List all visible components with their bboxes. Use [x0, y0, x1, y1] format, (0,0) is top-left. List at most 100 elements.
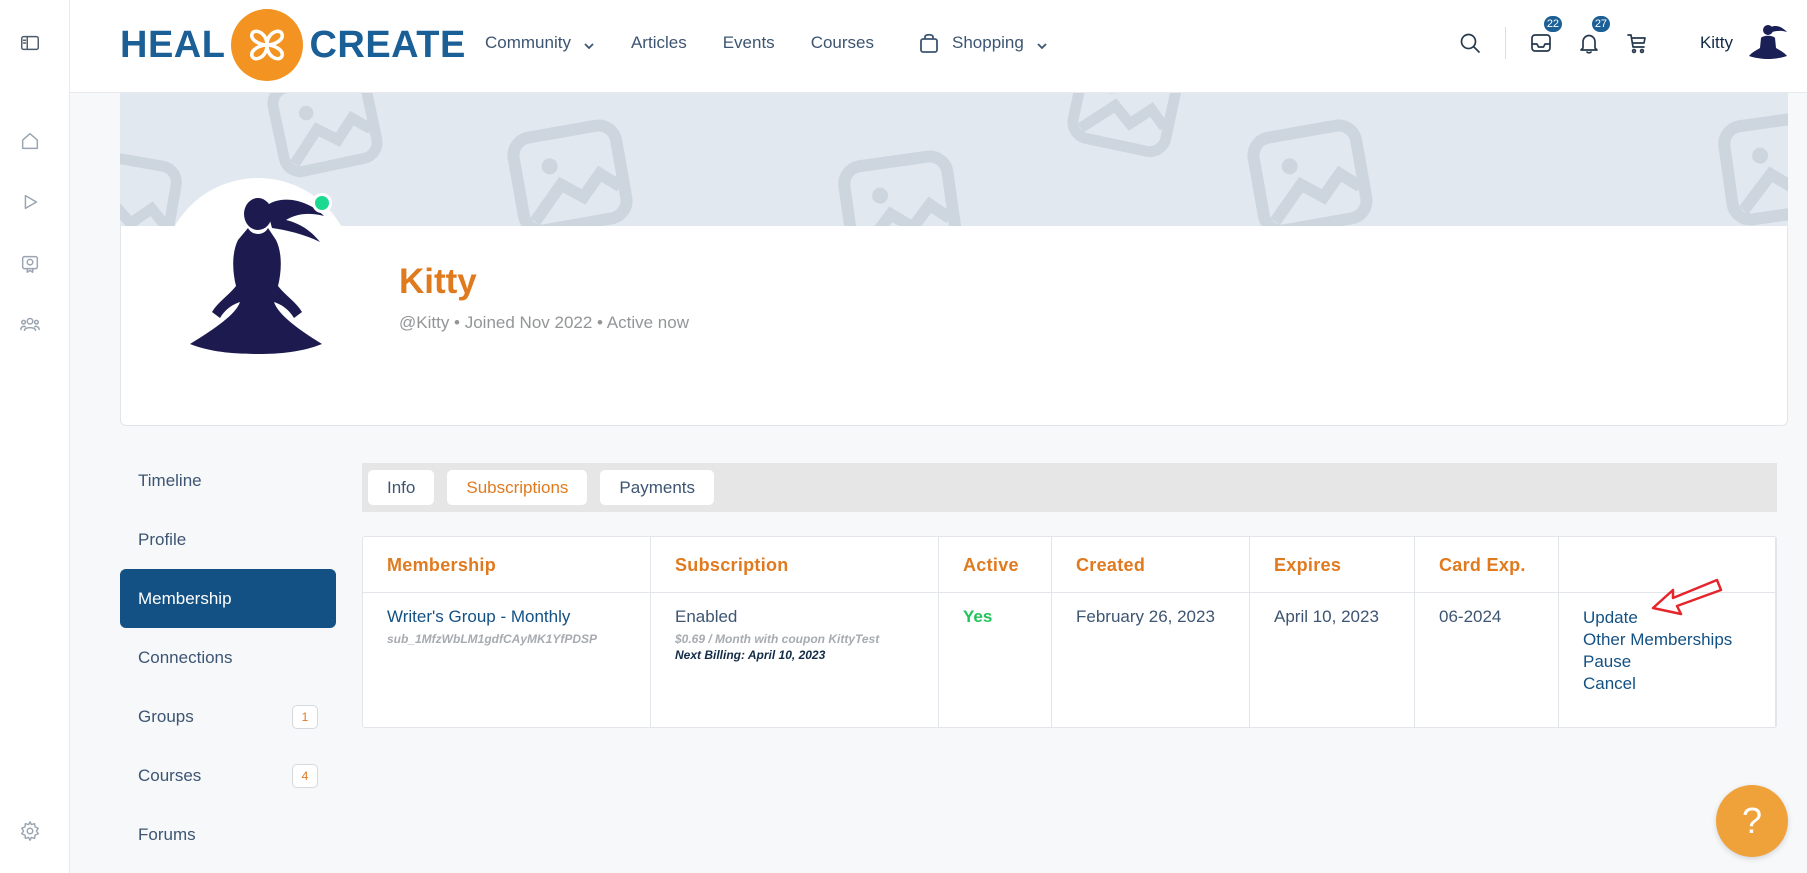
subscription-status: Enabled: [675, 607, 738, 626]
nav-shopping[interactable]: Shopping: [918, 32, 1048, 54]
left-rail: [0, 0, 70, 873]
messages-button[interactable]: 22: [1528, 13, 1564, 56]
tab-label: Payments: [619, 477, 696, 497]
column-header: Membership: [387, 555, 497, 575]
user-avatar[interactable]: [1745, 20, 1791, 66]
logo-text-left: HEAL: [120, 23, 226, 66]
sidebar-toggle-icon[interactable]: [17, 30, 43, 56]
profile-nav-profile[interactable]: Profile: [120, 510, 336, 569]
cover-photo: [120, 93, 1788, 226]
badge-icon[interactable]: [17, 251, 43, 277]
site-header: HEAL CREATE Community Articles Events Co…: [70, 0, 1807, 93]
cart-icon: [1627, 33, 1646, 53]
nav-events-label: Events: [722, 32, 775, 52]
image-placeholder-icon: [1067, 93, 1183, 158]
header-divider-line: [363, 592, 1776, 593]
search-icon: [1460, 33, 1480, 53]
online-status-dot: [312, 193, 332, 213]
image-placeholder-icon: [838, 150, 962, 226]
nav-community[interactable]: Community: [485, 33, 595, 53]
cart-button[interactable]: [1624, 30, 1650, 56]
column-header: Created: [1076, 555, 1146, 575]
column-actions: Update Other Memberships Pause Cancel: [1559, 537, 1776, 727]
site-logo[interactable]: HEAL CREATE: [120, 8, 466, 82]
active-status: Yes: [963, 607, 993, 626]
profile-meta: @Kitty • Joined Nov 2022 • Active now: [399, 313, 689, 332]
bell-icon: [1580, 34, 1598, 54]
profile-nav-membership[interactable]: Membership: [120, 569, 336, 628]
nav-shopping-label: Shopping: [952, 32, 1024, 52]
main-nav: Community Articles Events Courses Shoppi…: [485, 0, 1084, 85]
column-expires: Expires April 10, 2023: [1250, 537, 1415, 727]
column-membership: Membership Writer's Group - Monthly sub_…: [363, 537, 651, 727]
profile-nav-groups[interactable]: Groups 1: [120, 687, 336, 746]
profile-nav-forums[interactable]: Forums: [120, 805, 336, 864]
tab-label: Info: [387, 477, 416, 497]
user-menu-name[interactable]: Kitty: [1700, 33, 1733, 53]
nav-courses[interactable]: Courses: [811, 33, 874, 53]
settings-icon[interactable]: [17, 818, 43, 844]
notifications-button[interactable]: 27: [1576, 13, 1612, 56]
actions-cell: Update Other Memberships Pause Cancel: [1583, 607, 1732, 695]
other-memberships-link[interactable]: Other Memberships: [1583, 629, 1732, 651]
profile-card: [120, 226, 1788, 426]
subscription-id: sub_1MfzWbLM1gdfCAyMK1YfPDSP: [387, 632, 598, 646]
column-created: Created February 26, 2023: [1052, 537, 1250, 727]
search-button[interactable]: [1457, 30, 1483, 56]
profile-nav-label: Timeline: [138, 470, 202, 490]
chevron-down-icon: [583, 37, 595, 49]
home-icon[interactable]: [17, 128, 43, 154]
nav-events[interactable]: Events: [723, 33, 775, 53]
nav-courses-label: Courses: [810, 32, 874, 52]
profile-nav-label: Profile: [138, 529, 187, 549]
image-placeholder-icon: [507, 119, 633, 226]
image-placeholder-icon: [1247, 119, 1373, 226]
card-exp-date: 06-2024: [1439, 607, 1502, 626]
pause-link[interactable]: Pause: [1583, 651, 1732, 673]
profile-nav-label: Groups: [138, 706, 194, 726]
tab-info[interactable]: Info: [368, 470, 435, 505]
profile-nav-timeline[interactable]: Timeline: [120, 451, 336, 510]
profile-name: Kitty: [399, 262, 477, 301]
nav-community-label: Community: [485, 32, 571, 52]
annotation-arrow-icon: [1651, 578, 1723, 616]
profile-nav-label: Connections: [138, 647, 233, 667]
tab-subscriptions[interactable]: Subscriptions: [447, 470, 588, 505]
nav-articles[interactable]: Articles: [631, 33, 687, 53]
logo-text-right: CREATE: [309, 23, 466, 66]
groups-count-badge: 1: [292, 704, 318, 729]
members-icon[interactable]: [17, 311, 43, 337]
profile-nav-connections[interactable]: Connections: [120, 628, 336, 687]
tab-label: Subscriptions: [466, 477, 569, 497]
tab-payments[interactable]: Payments: [600, 470, 715, 505]
price-note: $0.69 / Month with coupon KittyTest: [675, 632, 880, 646]
membership-name-link[interactable]: Writer's Group - Monthly: [387, 607, 597, 627]
image-placeholder-icon: [267, 93, 383, 178]
header-actions: 22 27 Kitty: [1435, 0, 1807, 85]
column-subscription: Subscription Enabled $0.69 / Month with …: [651, 537, 939, 727]
cancel-link[interactable]: Cancel: [1583, 673, 1732, 695]
profile-nav: Timeline Profile Membership Connections …: [120, 451, 336, 864]
column-header: Subscription: [675, 555, 789, 575]
inbox-icon: [1531, 33, 1551, 52]
expires-date: April 10, 2023: [1274, 607, 1379, 626]
profile-nav-label: Membership: [138, 588, 232, 608]
chevron-down-icon: [1036, 37, 1048, 49]
question-mark-icon: ?: [1741, 800, 1763, 841]
messages-count-badge: 22: [1541, 13, 1564, 34]
profile-nav-label: Courses: [138, 765, 202, 785]
column-active: Active Yes: [939, 537, 1052, 727]
header-divider: [1504, 26, 1506, 59]
play-icon[interactable]: [17, 189, 43, 215]
subscriptions-table: Membership Writer's Group - Monthly sub_…: [362, 536, 1777, 728]
created-date: February 26, 2023: [1076, 607, 1215, 626]
profile-nav-courses[interactable]: Courses 4: [120, 746, 336, 805]
column-header: Expires: [1274, 555, 1342, 575]
table-cell: Enabled $0.69 / Month with coupon KittyT…: [675, 607, 879, 662]
next-billing: Next Billing: April 10, 2023: [675, 648, 826, 662]
image-placeholder-icon: [1718, 110, 1788, 226]
shopping-bag-icon: [918, 32, 940, 54]
help-button[interactable]: ?: [1716, 785, 1788, 857]
column-header: Active: [963, 555, 1019, 575]
membership-tabs: Info Subscriptions Payments: [362, 463, 1777, 512]
